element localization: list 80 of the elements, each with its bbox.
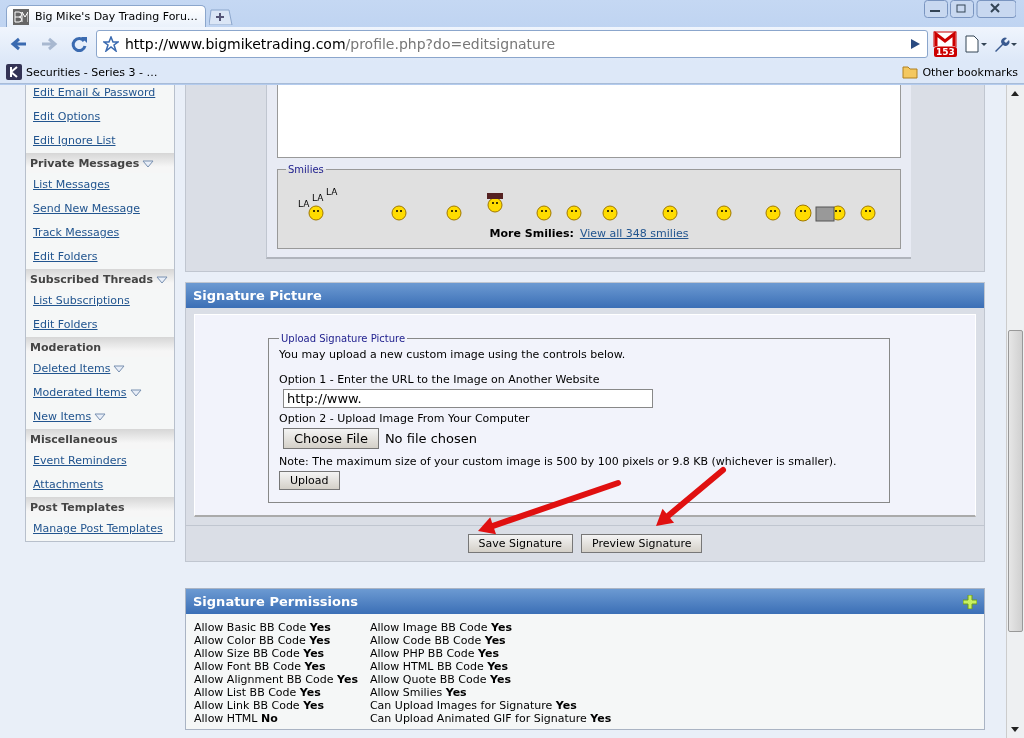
dropdown-icon[interactable] [142, 159, 155, 168]
permission-item: Allow Image BB Code Yes [369, 621, 513, 634]
legend: Smilies [286, 164, 326, 175]
permission-item: Allow Link BB Code Yes [194, 699, 326, 712]
sidebar-link[interactable]: Event Reminders [33, 454, 127, 467]
sidebar-link[interactable]: Manage Post Templates [33, 522, 163, 535]
la-text: LA [298, 199, 310, 209]
permission-item: Allow Quote BB Code Yes [369, 673, 512, 686]
page-menu-icon[interactable] [963, 35, 987, 53]
reload-button[interactable] [70, 35, 88, 53]
upload-button[interactable]: Upload [279, 471, 340, 490]
address-bar[interactable]: http://www.bigmiketrading.com/profile.php?do=editsignature [96, 30, 928, 58]
dropdown-icon[interactable] [94, 412, 107, 421]
mail-icon[interactable] [932, 31, 958, 47]
sidebar-link[interactable]: Edit Folders [33, 318, 98, 331]
option-label: Option 2 - Upload Image From Your Computer [279, 412, 531, 425]
url-field[interactable]: http://www. [283, 389, 653, 408]
intro-text: You may upload a new custom image using the controls below. [279, 348, 627, 361]
expand-icon[interactable] [963, 594, 977, 609]
section-title: Signature Permissions [193, 594, 359, 609]
wrench-icon[interactable] [993, 35, 1017, 53]
bookmark-link[interactable]: Securities - Series 3 - … [26, 65, 158, 79]
sidebar-link[interactable]: Edit Options [33, 110, 101, 123]
permission-item: Allow Color BB Code Yes [194, 634, 332, 647]
other-bookmarks[interactable]: Other bookmarks [922, 65, 1018, 79]
back-button[interactable] [10, 36, 28, 52]
scrollbar-thumb[interactable] [1008, 330, 1023, 632]
dropdown-icon[interactable] [129, 388, 142, 397]
sidebar-link[interactable]: List Messages [33, 178, 110, 191]
permission-item: Can Upload Animated GIF for Signature Yes [369, 712, 612, 725]
url-text: http://www.bigmiketrading.com/profile.php?do=editsignature [125, 36, 556, 52]
sidebar-link[interactable]: Edit Email & Password [33, 86, 156, 99]
sidebar-link[interactable]: New Items [33, 410, 92, 423]
site-icon[interactable] [6, 64, 22, 80]
option-label: Option 1 - Enter the URL to the Image on Another Website [279, 373, 601, 386]
sidebar-link[interactable]: Attachments [33, 478, 104, 491]
permission-item: Can Upload Images for Signature Yes [369, 699, 578, 712]
permission-item: Allow Font BB Code Yes [194, 660, 327, 673]
sidebar-link[interactable]: Moderated Items [33, 386, 127, 399]
browser-tab[interactable]: Big Mike's Day Trading Foru… [6, 5, 206, 27]
sidebar-heading: Subscribed Threads [30, 273, 153, 286]
sidebar-heading: Private Messages [30, 157, 140, 170]
sidebar-heading: Moderation [30, 341, 102, 354]
dropdown-icon[interactable] [156, 275, 168, 284]
save-button[interactable]: Save Signature [467, 534, 574, 553]
sidebar-link[interactable]: List Subscriptions [33, 294, 130, 307]
mail-count: 153 [934, 47, 957, 57]
permission-item: Allow Alignment BB Code Yes [194, 673, 358, 686]
section-title: Signature Picture [193, 288, 323, 303]
sidebar-link[interactable]: Send New Message [33, 202, 140, 215]
choose-file-button[interactable]: Choose File [283, 428, 379, 449]
permission-item: Allow PHP BB Code Yes [369, 647, 501, 660]
close-button[interactable] [976, 0, 1016, 18]
permission-item: Allow List BB Code Yes [194, 686, 322, 699]
go-icon[interactable] [909, 38, 921, 50]
site-icon [13, 8, 29, 25]
preview-button[interactable]: Preview Signature [581, 534, 703, 553]
la-text: LA [312, 193, 324, 203]
permission-item: Allow Smilies Yes [369, 686, 468, 699]
minimize-button[interactable] [924, 0, 948, 18]
sidebar-heading: Miscellaneous [30, 433, 118, 446]
note-text: Note: The maximum size of your custom image is 500 by 100 pixels or 9.8 KB (whichever is smaller). [279, 455, 838, 468]
sidebar-link[interactable]: Deleted Items [33, 362, 111, 375]
sidebar-link[interactable]: Track Messages [33, 226, 120, 239]
permission-item: Allow Basic BB Code Yes [194, 621, 332, 634]
sidebar-link[interactable]: Edit Folders [33, 250, 98, 263]
permission-item: Allow Code BB Code Yes [369, 634, 507, 647]
legend: Upload Signature Picture [279, 333, 408, 344]
permission-item: Allow HTML BB Code Yes [369, 660, 510, 673]
sidebar-heading: Post Templates [30, 501, 125, 514]
sidebar-link[interactable]: Edit Ignore List [33, 134, 116, 147]
file-status: No file chosen [384, 431, 477, 446]
dropdown-icon[interactable] [113, 364, 126, 373]
star-icon[interactable] [103, 36, 119, 52]
permission-item: Allow HTML No [194, 712, 279, 725]
permission-item: Allow Size BB Code Yes [194, 647, 326, 660]
new-tab-button[interactable] [209, 9, 233, 25]
la-text: LA [326, 187, 338, 197]
view-smilies-link[interactable]: View all 348 smilies [579, 227, 689, 240]
more-smilies-label: More Smilies: [489, 227, 574, 240]
